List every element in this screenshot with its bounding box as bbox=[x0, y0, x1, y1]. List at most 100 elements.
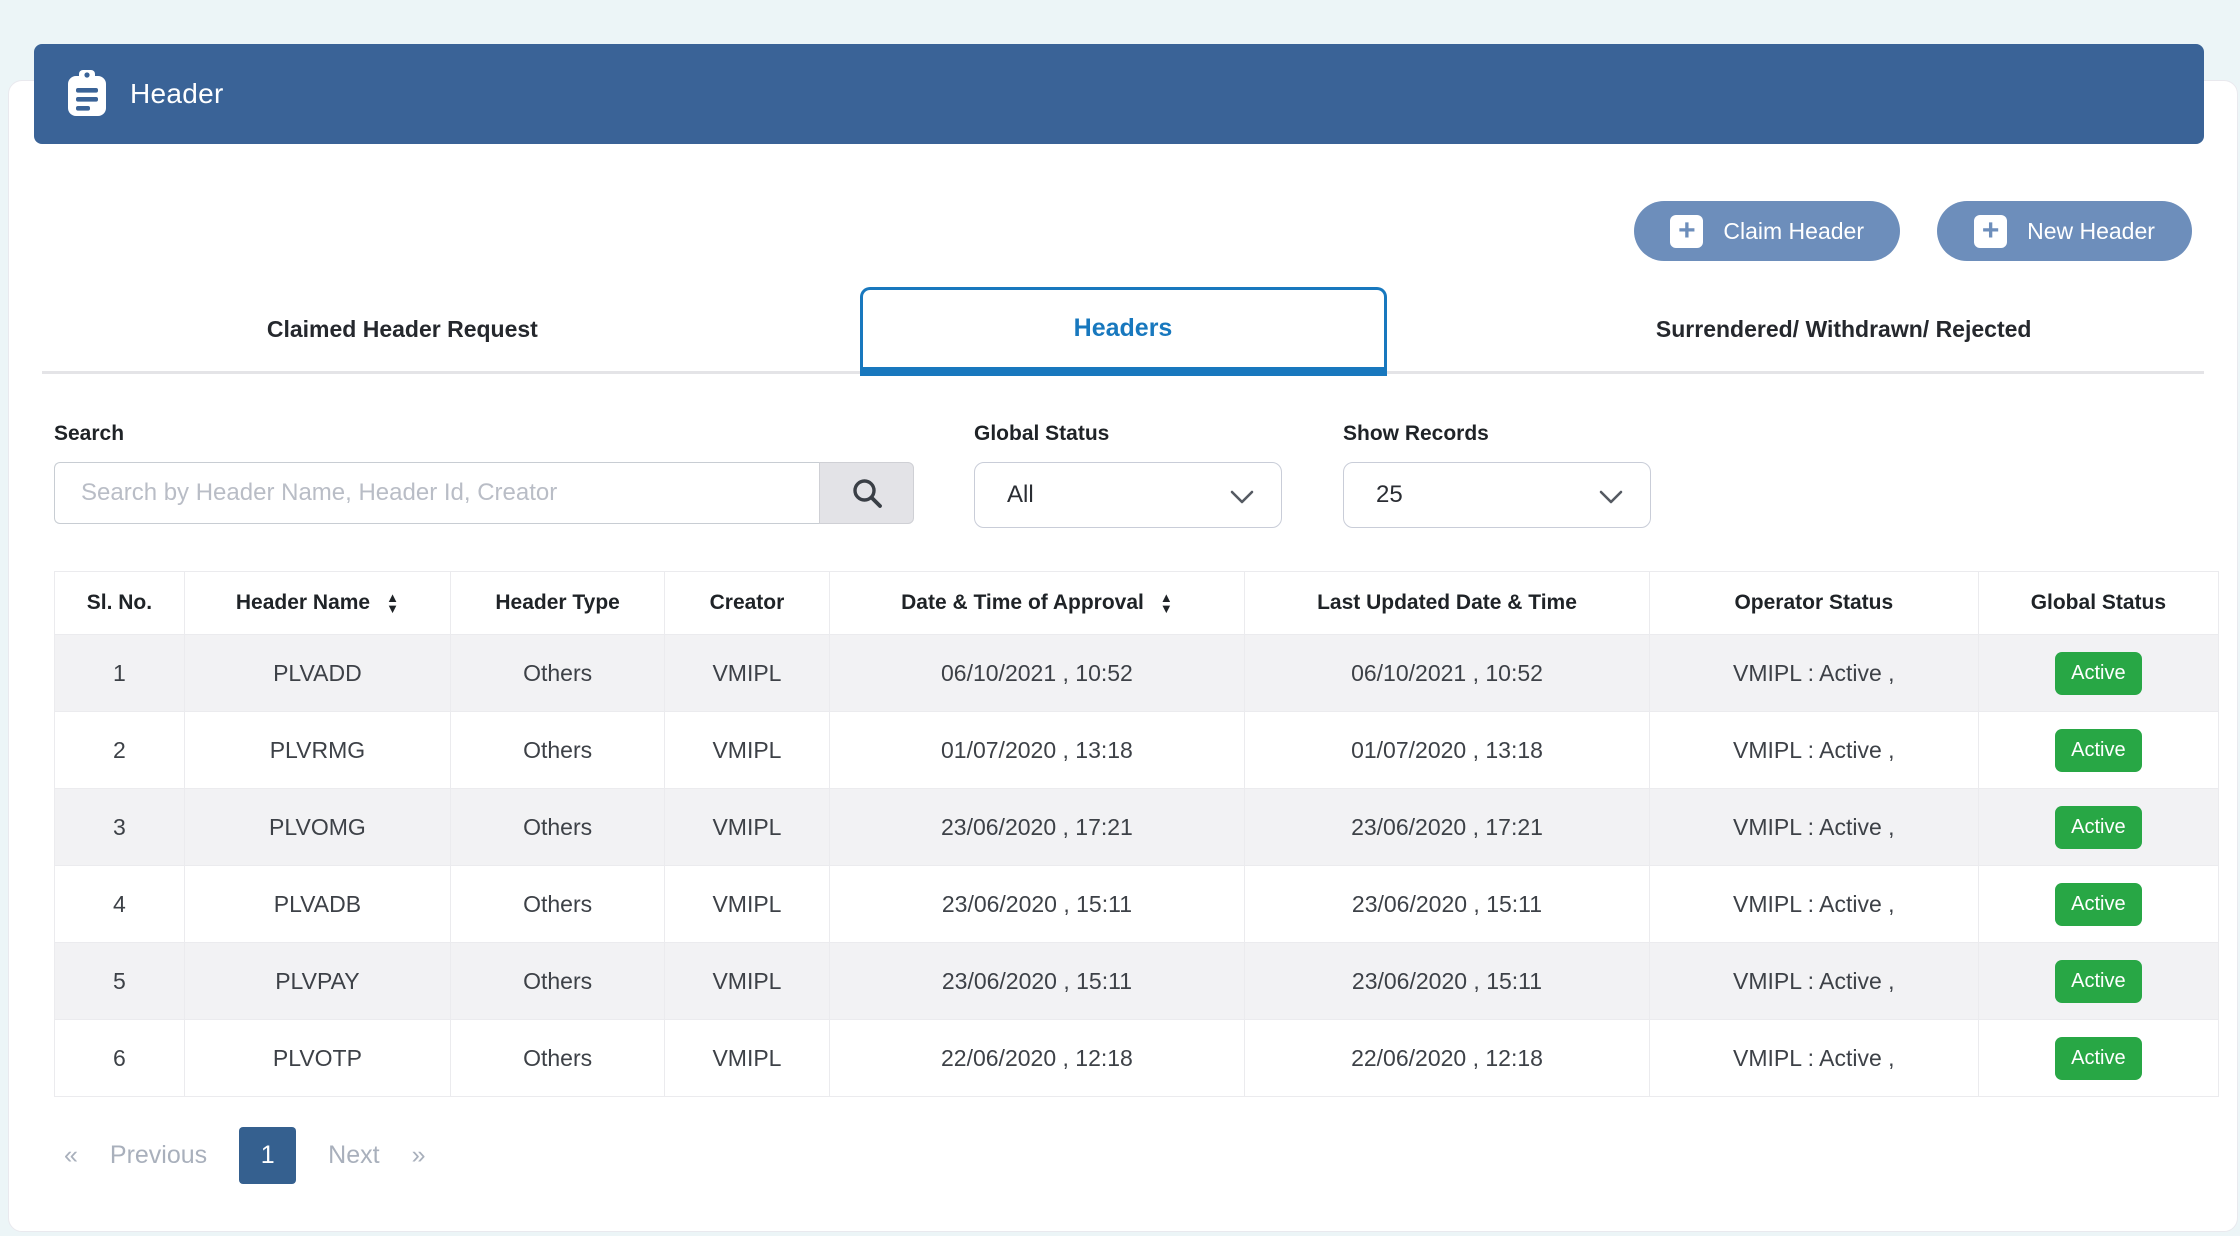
cell-header-type: Others bbox=[451, 712, 665, 789]
cell-header-type: Others bbox=[451, 789, 665, 866]
content-card: Header + Claim Header + New Header Claim… bbox=[8, 80, 2238, 1232]
page-1-button[interactable]: 1 bbox=[239, 1127, 296, 1184]
cell-approval-date: 01/07/2020 , 13:18 bbox=[829, 712, 1244, 789]
col-creator: Creator bbox=[665, 572, 829, 635]
cell-last-updated: 06/10/2021 , 10:52 bbox=[1245, 635, 1650, 712]
cell-header-type: Others bbox=[451, 1020, 665, 1097]
table-row: 4 PLVADB Others VMIPL 23/06/2020 , 15:11… bbox=[55, 866, 2219, 943]
cell-approval-date: 06/10/2021 , 10:52 bbox=[829, 635, 1244, 712]
next-arrow[interactable]: » bbox=[412, 1141, 426, 1170]
col-label: Date & Time of Approval bbox=[901, 591, 1144, 615]
cell-creator: VMIPL bbox=[665, 635, 829, 712]
table-row: 3 PLVOMG Others VMIPL 23/06/2020 , 17:21… bbox=[55, 789, 2219, 866]
table-header-row: Sl. No. Header Name ▲▼ Header Type Creat… bbox=[55, 572, 2219, 635]
cell-creator: VMIPL bbox=[665, 1020, 829, 1097]
new-header-button[interactable]: + New Header bbox=[1937, 201, 2192, 261]
claim-header-button-label: Claim Header bbox=[1723, 218, 1864, 245]
cell-creator: VMIPL bbox=[665, 943, 829, 1020]
cell-global-status: Active bbox=[1978, 866, 2218, 943]
chevron-down-icon bbox=[1598, 485, 1624, 513]
cell-global-status: Active bbox=[1978, 789, 2218, 866]
cell-creator: VMIPL bbox=[665, 712, 829, 789]
sort-icon[interactable]: ▲▼ bbox=[1160, 592, 1173, 614]
status-badge: Active bbox=[2055, 960, 2141, 1003]
show-records-group: Show Records 25 bbox=[1343, 422, 1651, 528]
cell-operator-status: VMIPL : Active , bbox=[1649, 789, 1978, 866]
search-button[interactable] bbox=[819, 462, 914, 524]
claim-header-button[interactable]: + Claim Header bbox=[1634, 201, 1900, 261]
col-global-status: Global Status bbox=[1978, 572, 2218, 635]
table-row: 2 PLVRMG Others VMIPL 01/07/2020 , 13:18… bbox=[55, 712, 2219, 789]
table-row: 6 PLVOTP Others VMIPL 22/06/2020 , 12:18… bbox=[55, 1020, 2219, 1097]
cell-operator-status: VMIPL : Active , bbox=[1649, 866, 1978, 943]
cell-global-status: Active bbox=[1978, 1020, 2218, 1097]
col-approval-date[interactable]: Date & Time of Approval ▲▼ bbox=[829, 572, 1244, 635]
cell-creator: VMIPL bbox=[665, 866, 829, 943]
tab-claimed-header-request[interactable]: Claimed Header Request bbox=[42, 288, 763, 371]
cell-operator-status: VMIPL : Active , bbox=[1649, 1020, 1978, 1097]
tab-surrendered-withdrawn-rejected[interactable]: Surrendered/ Withdrawn/ Rejected bbox=[1483, 288, 2204, 371]
global-status-value: All bbox=[1007, 481, 1034, 509]
cell-last-updated: 01/07/2020 , 13:18 bbox=[1245, 712, 1650, 789]
cell-global-status: Active bbox=[1978, 943, 2218, 1020]
cell-header-name: PLVADB bbox=[184, 866, 450, 943]
cell-approval-date: 22/06/2020 , 12:18 bbox=[829, 1020, 1244, 1097]
action-buttons-row: + Claim Header + New Header bbox=[54, 201, 2192, 261]
col-label: Header Name bbox=[236, 591, 370, 615]
status-badge: Active bbox=[2055, 652, 2141, 695]
status-badge: Active bbox=[2055, 1037, 2141, 1080]
cell-sl-no: 1 bbox=[55, 635, 185, 712]
table-row: 1 PLVADD Others VMIPL 06/10/2021 , 10:52… bbox=[55, 635, 2219, 712]
search-label: Search bbox=[54, 422, 914, 446]
col-header-type: Header Type bbox=[451, 572, 665, 635]
cell-sl-no: 4 bbox=[55, 866, 185, 943]
cell-global-status: Active bbox=[1978, 635, 2218, 712]
status-badge: Active bbox=[2055, 883, 2141, 926]
sort-icon[interactable]: ▲▼ bbox=[386, 592, 399, 614]
show-records-select[interactable]: 25 bbox=[1343, 462, 1651, 528]
page-title: Header bbox=[130, 78, 224, 110]
tab-headers[interactable]: Headers bbox=[763, 288, 1484, 371]
cell-creator: VMIPL bbox=[665, 789, 829, 866]
col-operator-status: Operator Status bbox=[1649, 572, 1978, 635]
tab-label: Claimed Header Request bbox=[267, 316, 538, 343]
cell-last-updated: 23/06/2020 , 15:11 bbox=[1245, 943, 1650, 1020]
cell-header-name: PLVADD bbox=[184, 635, 450, 712]
pagination: « Previous 1 Next » bbox=[64, 1127, 2237, 1184]
cell-last-updated: 23/06/2020 , 15:11 bbox=[1245, 866, 1650, 943]
cell-header-type: Others bbox=[451, 635, 665, 712]
status-badge: Active bbox=[2055, 806, 2141, 849]
clipboard-icon bbox=[66, 70, 108, 118]
cell-approval-date: 23/06/2020 , 17:21 bbox=[829, 789, 1244, 866]
col-header-name[interactable]: Header Name ▲▼ bbox=[184, 572, 450, 635]
global-status-select[interactable]: All bbox=[974, 462, 1282, 528]
tab-bar: Claimed Header Request Headers Surrender… bbox=[42, 288, 2204, 374]
chevron-down-icon bbox=[1229, 485, 1255, 513]
cell-header-name: PLVOMG bbox=[184, 789, 450, 866]
previous-button[interactable]: Previous bbox=[110, 1141, 207, 1170]
status-badge: Active bbox=[2055, 729, 2141, 772]
tab-headers-active-box: Headers bbox=[860, 287, 1387, 376]
global-status-label: Global Status bbox=[974, 422, 1282, 446]
global-status-group: Global Status All bbox=[974, 422, 1282, 528]
search-input[interactable] bbox=[54, 462, 819, 524]
headers-table: Sl. No. Header Name ▲▼ Header Type Creat… bbox=[54, 571, 2219, 1097]
cell-approval-date: 23/06/2020 , 15:11 bbox=[829, 866, 1244, 943]
next-button[interactable]: Next bbox=[328, 1141, 379, 1170]
page-title-bar: Header bbox=[34, 44, 2204, 144]
cell-global-status: Active bbox=[1978, 712, 2218, 789]
cell-header-name: PLVPAY bbox=[184, 943, 450, 1020]
cell-sl-no: 2 bbox=[55, 712, 185, 789]
plus-icon: + bbox=[1974, 215, 2007, 248]
plus-icon: + bbox=[1670, 215, 1703, 248]
cell-operator-status: VMIPL : Active , bbox=[1649, 712, 1978, 789]
cell-header-type: Others bbox=[451, 866, 665, 943]
col-sl-no: Sl. No. bbox=[55, 572, 185, 635]
cell-last-updated: 23/06/2020 , 17:21 bbox=[1245, 789, 1650, 866]
cell-header-type: Others bbox=[451, 943, 665, 1020]
search-icon bbox=[851, 477, 883, 509]
show-records-value: 25 bbox=[1376, 481, 1403, 509]
filters-row: Search Global Status All bbox=[54, 422, 2200, 528]
previous-arrow[interactable]: « bbox=[64, 1141, 78, 1170]
cell-operator-status: VMIPL : Active , bbox=[1649, 943, 1978, 1020]
